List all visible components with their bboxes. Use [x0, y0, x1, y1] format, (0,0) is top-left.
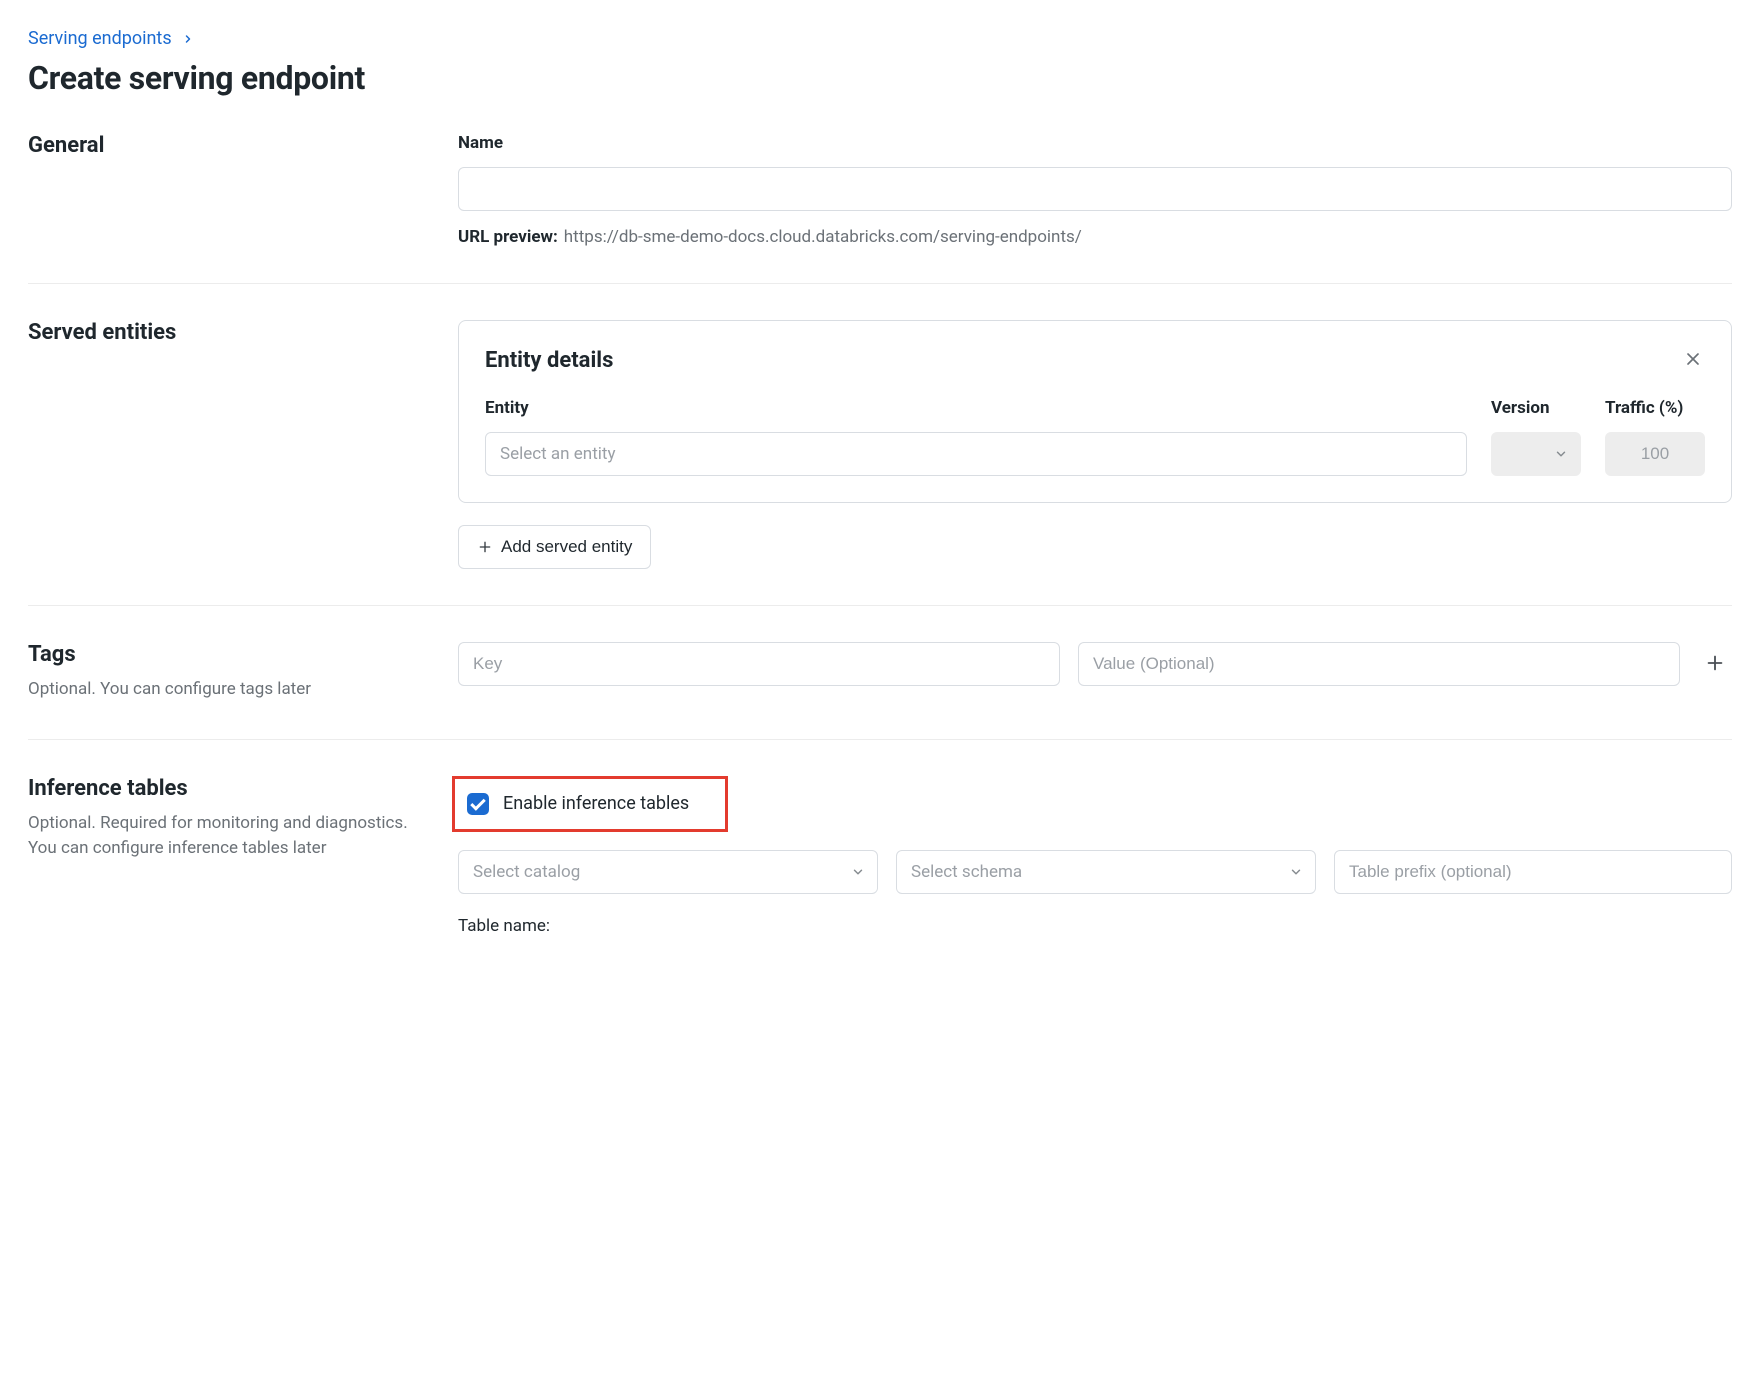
section-heading-served-entities: Served entities: [28, 320, 434, 345]
close-entity-button[interactable]: [1681, 347, 1705, 374]
entity-label: Entity: [485, 398, 1467, 418]
name-input[interactable]: [458, 167, 1732, 211]
entity-select[interactable]: Select an entity: [485, 432, 1467, 476]
catalog-select[interactable]: Select catalog: [458, 850, 878, 894]
traffic-label: Traffic (%): [1605, 398, 1705, 418]
chevron-right-icon: [182, 33, 194, 45]
url-preview-value: https://db-sme-demo-docs.cloud.databrick…: [564, 227, 1082, 247]
section-served-entities: Served entities Entity details Entity Se…: [28, 320, 1732, 606]
chevron-down-icon: [1554, 447, 1568, 461]
schema-select-placeholder: Select schema: [911, 862, 1022, 882]
chevron-down-icon: [1289, 865, 1303, 879]
enable-inference-label[interactable]: Enable inference tables: [503, 793, 689, 814]
entity-select-placeholder: Select an entity: [500, 444, 616, 464]
add-tag-button[interactable]: [1698, 646, 1732, 683]
breadcrumb-link-serving-endpoints[interactable]: Serving endpoints: [28, 28, 172, 49]
catalog-select-placeholder: Select catalog: [473, 862, 580, 882]
name-label: Name: [458, 133, 1732, 153]
version-label: Version: [1491, 398, 1581, 418]
breadcrumb: Serving endpoints: [28, 28, 1732, 49]
add-served-entity-label: Add served entity: [501, 537, 632, 557]
section-tags: Tags Optional. You can configure tags la…: [28, 642, 1732, 740]
close-icon: [1683, 349, 1703, 372]
enable-inference-checkbox[interactable]: [467, 793, 489, 815]
url-preview: URL preview: https://db-sme-demo-docs.clo…: [458, 227, 1732, 247]
add-served-entity-button[interactable]: Add served entity: [458, 525, 651, 569]
entity-card-title: Entity details: [485, 348, 613, 373]
traffic-input: [1605, 432, 1705, 476]
table-name-label: Table name:: [458, 916, 1732, 936]
section-heading-inference: Inference tables: [28, 776, 434, 801]
schema-select[interactable]: Select schema: [896, 850, 1316, 894]
page-title: Create serving endpoint: [28, 59, 1732, 97]
enable-inference-highlight: Enable inference tables: [452, 776, 728, 832]
inference-subtext: Optional. Required for monitoring and di…: [28, 811, 434, 862]
plus-icon: [477, 539, 493, 555]
section-heading-tags: Tags: [28, 642, 434, 667]
entity-card: Entity details Entity Select an entity V…: [458, 320, 1732, 503]
url-preview-label: URL preview:: [458, 227, 558, 247]
section-general: General Name URL preview: https://db-sme-…: [28, 133, 1732, 284]
section-inference-tables: Inference tables Optional. Required for …: [28, 776, 1732, 972]
section-heading-general: General: [28, 133, 434, 158]
table-prefix-input[interactable]: [1334, 850, 1732, 894]
tags-subtext: Optional. You can configure tags later: [28, 677, 434, 703]
plus-icon: [1704, 652, 1726, 677]
version-select[interactable]: [1491, 432, 1581, 476]
tag-key-input[interactable]: [458, 642, 1060, 686]
chevron-down-icon: [851, 865, 865, 879]
tag-value-input[interactable]: [1078, 642, 1680, 686]
